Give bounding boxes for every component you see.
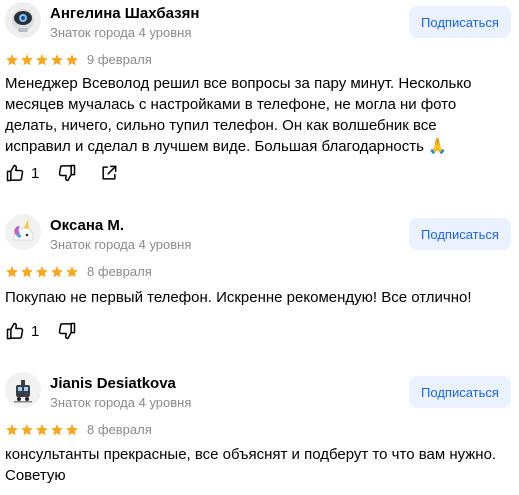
star-icon <box>66 54 78 66</box>
subscribe-button[interactable]: Подписаться <box>409 6 511 38</box>
robot-avatar-icon <box>5 2 41 38</box>
review-actions: 1 <box>5 161 119 185</box>
author-avatar[interactable] <box>5 214 41 250</box>
star-icon <box>6 266 18 278</box>
like-count: 1 <box>31 164 40 182</box>
review-text: Покупаю не первый телефон. Искренне реко… <box>5 289 472 306</box>
author-avatar[interactable] <box>5 2 41 38</box>
star-icon <box>51 266 63 278</box>
author-name[interactable]: Оксана М. <box>50 217 124 234</box>
like-count: 1 <box>31 322 40 340</box>
star-icon <box>66 266 78 278</box>
review-date: 8 февраля <box>87 422 152 437</box>
subscribe-button[interactable]: Подписаться <box>409 376 511 408</box>
star-icon <box>6 54 18 66</box>
share-button[interactable] <box>99 163 119 183</box>
star-icon <box>21 266 33 278</box>
dislike-button[interactable] <box>57 163 77 183</box>
author-level-badge: Знаток города 4 уровня <box>50 25 192 40</box>
star-icon <box>36 424 48 436</box>
review-text: консультанты прекрасные, все объяснят и … <box>5 446 497 484</box>
star-icon <box>36 266 48 278</box>
author-name[interactable]: Ангелина Шахбазян <box>50 5 199 22</box>
thumbs-down-icon <box>59 322 76 340</box>
star-icon <box>21 54 33 66</box>
author-name[interactable]: Jianis Desiatkova <box>50 375 176 392</box>
review-actions: 1 <box>5 319 77 343</box>
like-button[interactable]: 1 <box>5 321 53 341</box>
like-button[interactable]: 1 <box>5 163 53 183</box>
star-icon <box>51 54 63 66</box>
star-icon <box>6 424 18 436</box>
star-icon <box>36 54 48 66</box>
thumbs-up-icon <box>6 322 24 340</box>
rating-stars <box>5 53 79 67</box>
review-text: Менеджер Всеволод решил все вопросы за п… <box>5 75 472 155</box>
train-avatar-icon <box>5 372 41 408</box>
review-date: 9 февраля <box>87 52 152 67</box>
author-level-badge: Знаток города 4 уровня <box>50 395 192 410</box>
unicorn-avatar-icon <box>5 214 41 250</box>
star-icon <box>51 424 63 436</box>
subscribe-button[interactable]: Подписаться <box>409 218 511 250</box>
author-avatar[interactable] <box>5 372 41 408</box>
rating-stars <box>5 265 79 279</box>
star-icon <box>21 424 33 436</box>
thumbs-down-icon <box>59 164 76 182</box>
thumbs-up-icon <box>6 164 24 182</box>
rating-stars <box>5 423 79 437</box>
share-icon <box>102 165 117 180</box>
author-level-badge: Знаток города 4 уровня <box>50 237 192 252</box>
dislike-button[interactable] <box>57 321 77 341</box>
star-icon <box>66 424 78 436</box>
review-date: 8 февраля <box>87 264 152 279</box>
